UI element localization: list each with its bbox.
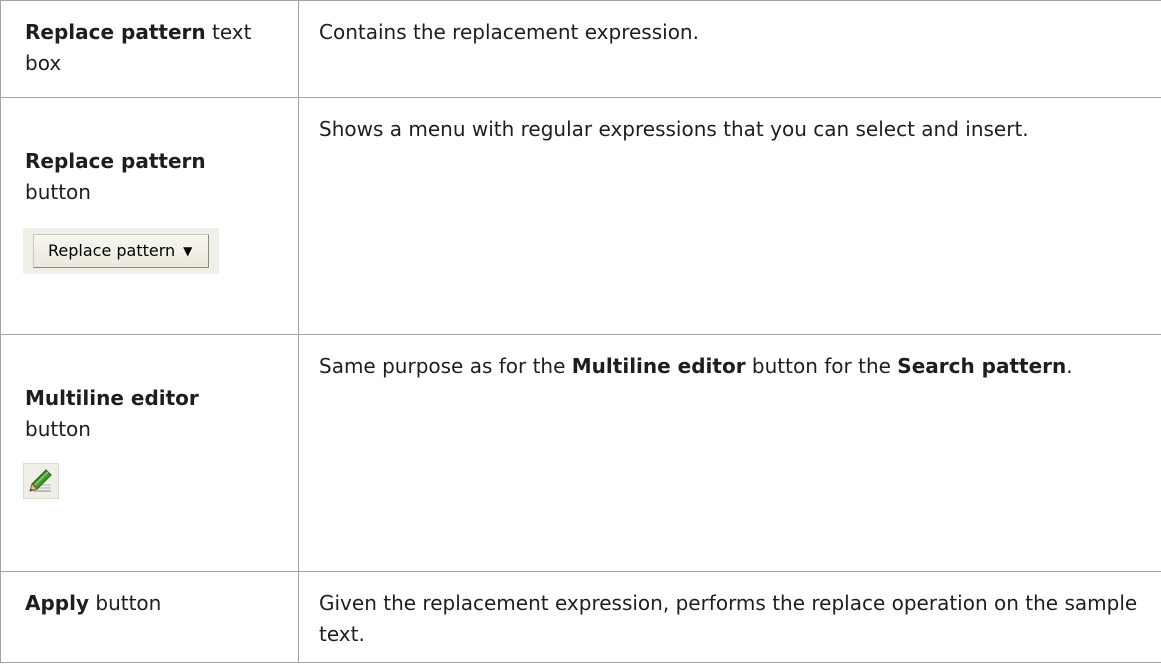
replace-pattern-button: Replace pattern ▼ (33, 234, 210, 268)
ui-element-name: Multiline editor (25, 386, 199, 410)
table-row: Apply button Given the replacement expre… (0, 571, 1161, 663)
description-cell: Given the replacement expression, perfor… (298, 571, 1161, 663)
description-text-2: button for the (745, 354, 898, 378)
ui-element-type: button (25, 417, 91, 441)
description-text: Given the replacement expression, perfor… (319, 591, 1138, 646)
table-row: Replace pattern text box Contains the re… (0, 0, 1161, 98)
description-text-3: . (1066, 354, 1073, 378)
description-text: Shows a menu with regular expressions th… (319, 117, 1029, 141)
description-cell: Same purpose as for the Multiline editor… (298, 334, 1161, 572)
chevron-down-icon: ▼ (183, 244, 193, 258)
description-bold-2: Search pattern (897, 354, 1067, 378)
ui-element-cell: Replace pattern button Replace pattern ▼ (0, 97, 299, 335)
ui-element-name: Apply (25, 591, 90, 615)
description-cell: Shows a menu with regular expressions th… (298, 97, 1161, 335)
replace-pattern-button-image: Replace pattern ▼ (23, 228, 220, 274)
description-text: Contains the replacement expression. (319, 20, 699, 44)
ui-element-cell: Apply button (0, 571, 299, 663)
ui-element-cell: Replace pattern text box (0, 0, 299, 98)
table-row: Replace pattern button Replace pattern ▼ … (0, 97, 1161, 335)
description-text-1: Same purpose as for the (319, 354, 572, 378)
ui-element-name: Replace pattern (25, 20, 206, 44)
description-bold-1: Multiline editor (571, 354, 746, 378)
table-row: Multiline editor button Same purpose as … (0, 334, 1161, 572)
ui-element-name: Replace pattern (25, 149, 206, 173)
ui-element-type: button (89, 591, 162, 615)
description-cell: Contains the replacement expression. (298, 0, 1161, 98)
reference-table: Replace pattern text box Contains the re… (0, 0, 1161, 663)
replace-pattern-button-label: Replace pattern (48, 241, 176, 260)
ui-element-cell: Multiline editor button (0, 334, 299, 572)
pencil-icon (29, 469, 52, 492)
multiline-editor-button-image (23, 463, 59, 499)
ui-element-type: button (25, 180, 91, 204)
